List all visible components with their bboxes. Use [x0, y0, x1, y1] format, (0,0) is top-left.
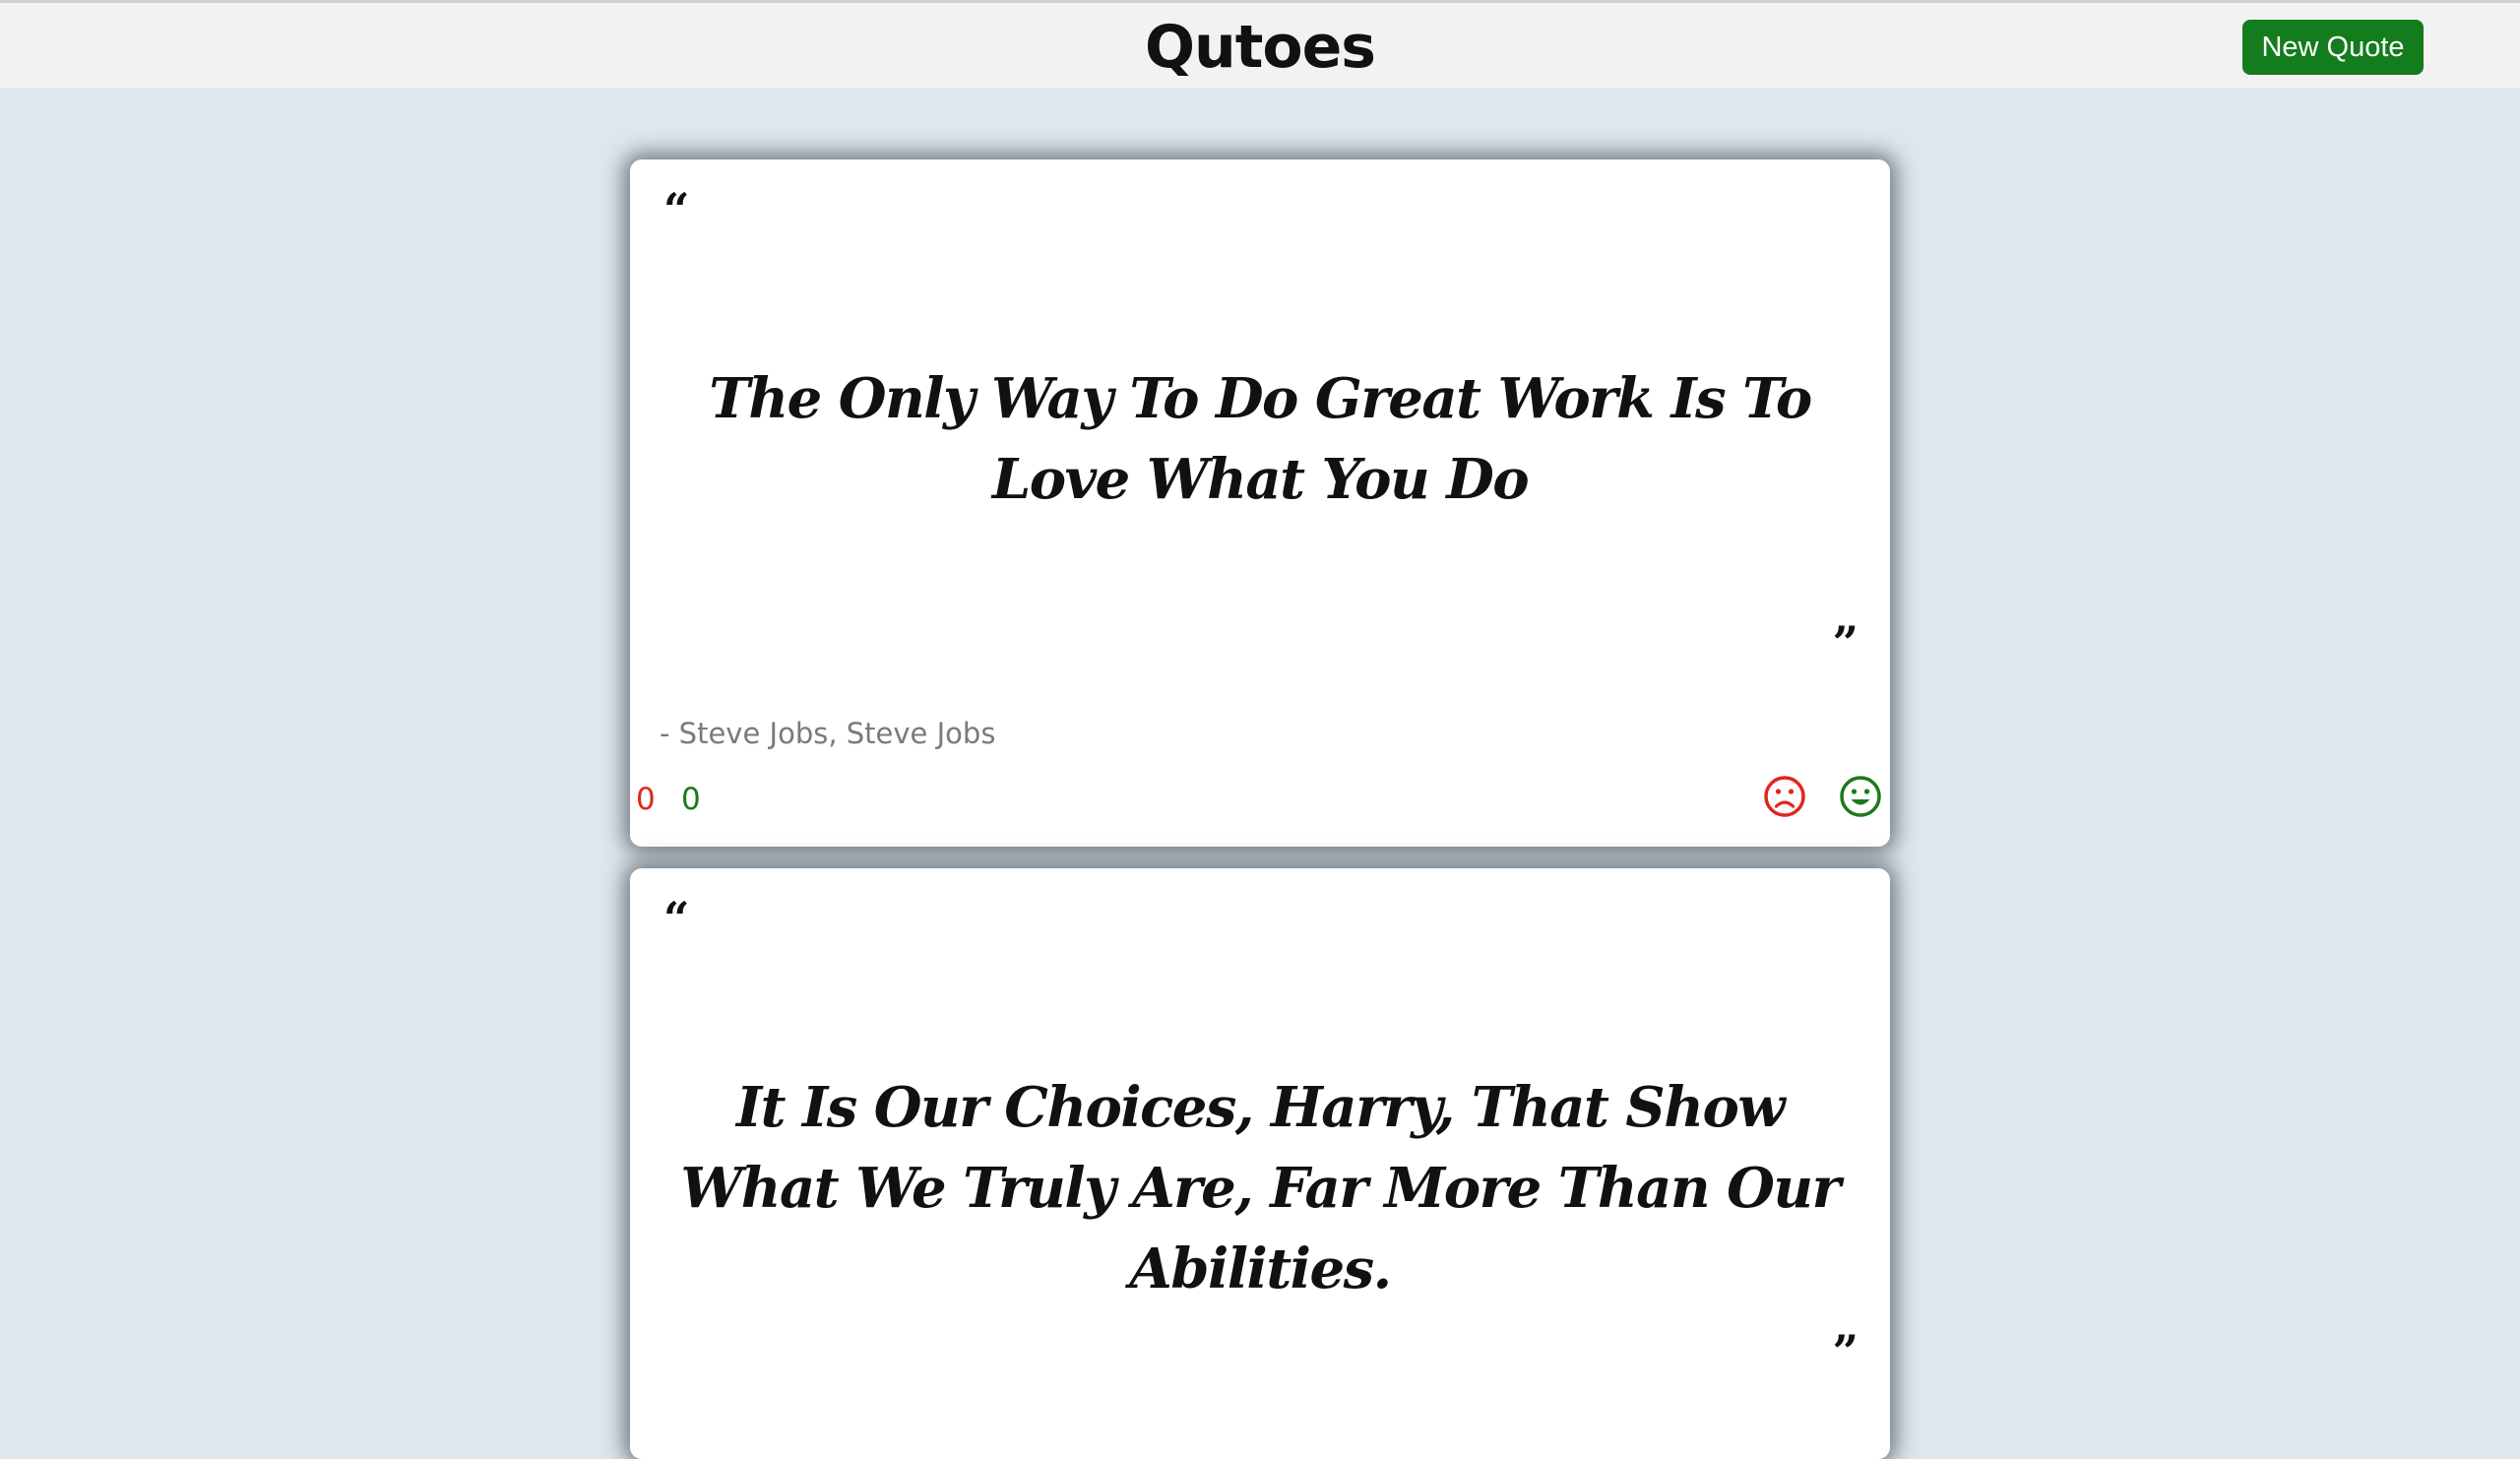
open-quote-mark: “	[663, 183, 690, 236]
close-quote-mark: ”	[1832, 1325, 1858, 1378]
open-quote-mark: “	[663, 892, 690, 945]
close-quote-mark: ”	[1832, 616, 1858, 669]
app-title: Qutoes	[1144, 13, 1376, 82]
sad-face-icon	[1764, 776, 1805, 817]
new-quote-button[interactable]: New Quote	[2242, 20, 2424, 75]
smiley-face-icon	[1840, 776, 1881, 817]
like-button[interactable]	[1838, 774, 1883, 819]
dislike-button[interactable]	[1762, 774, 1807, 819]
quote-card: “ It Is Our Choices, Harry, That Show Wh…	[630, 868, 1890, 1459]
app-header: Qutoes New Quote	[0, 3, 2520, 88]
quote-card: “ The Only Way To Do Great Work Is To Lo…	[630, 159, 1890, 847]
like-count: 0	[681, 782, 701, 817]
quote-text: It Is Our Choices, Harry, That Show What…	[680, 1075, 1841, 1301]
quote-text: The Only Way To Do Great Work Is To Love…	[709, 366, 1812, 512]
quote-author: - Steve Jobs, Steve Jobs	[660, 717, 996, 750]
dislike-count: 0	[636, 782, 656, 817]
